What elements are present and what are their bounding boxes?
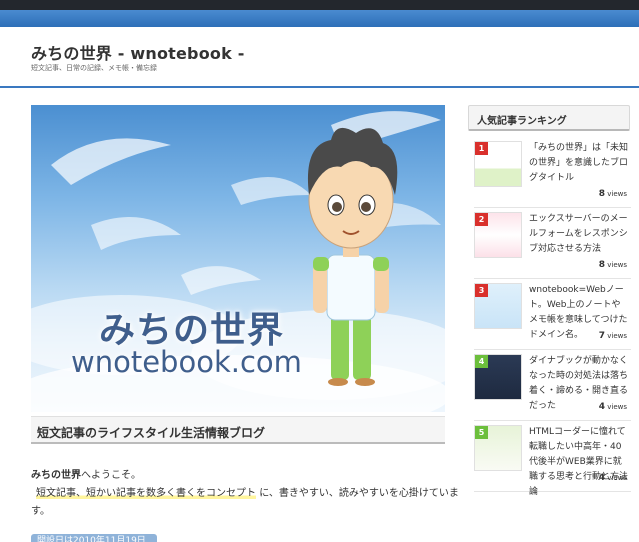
hero-domain-text: wnotebook.com — [71, 345, 302, 379]
ranking-title: 人気記事ランキング — [477, 116, 567, 127]
ranking-number-badge: 5 — [475, 426, 488, 439]
ranking-item-title[interactable]: 「みちの世界」は「未知の世界」を意識したブログタイトル — [529, 141, 629, 186]
date-badge: 開設日は2010年11月19日 — [31, 534, 157, 542]
concept-text: 短文記事、短かい記事を数多く書くをコンセプト に、書きやすい、読みやすいを心掛け… — [36, 484, 459, 499]
ranking-views: 8 views — [599, 189, 627, 199]
welcome-site-name: みちの世界 — [31, 470, 81, 481]
site-title[interactable]: みちの世界 - wnotebook - — [31, 40, 245, 64]
section-heading-box: 短文記事のライフスタイル生活情報ブログ — [31, 416, 445, 444]
site-description: 短文記事、日常の記録、メモ帳・備忘録 — [31, 64, 157, 72]
ranking-views: 8 views — [599, 260, 627, 270]
views-label: views — [605, 403, 627, 411]
views-label: views — [605, 332, 627, 340]
top-dark-bar — [0, 0, 639, 10]
ranking-views: 4 views — [599, 473, 627, 483]
ranking-item[interactable]: 1 「みちの世界」は「未知の世界」を意識したブログタイトル 8 views — [474, 137, 631, 208]
concept-end: す。 — [31, 506, 50, 517]
ranking-number-badge: 1 — [475, 142, 488, 155]
welcome-text: みちの世界へようこそ。 — [31, 466, 141, 481]
ranking-item[interactable]: 4 ダイナブックが動かなくなった時の対処法は落ち着く・諦める・開き直るだった 4 v… — [474, 350, 631, 421]
header-divider — [0, 86, 639, 88]
ranking-views: 4 views — [599, 402, 627, 412]
ranking-item[interactable]: 5 HTMLコーダーに憧れて転職したい中高年・40代後半がWEB業界に就職する思考… — [474, 421, 631, 497]
ranking-number-badge: 3 — [475, 284, 488, 297]
views-label: views — [605, 261, 627, 269]
ranking-item[interactable]: 2 エックスサーバーのメールフォームをレスポンシブ対応させる方法 8 views — [474, 208, 631, 279]
ranking-header: 人気記事ランキング — [468, 105, 630, 131]
views-label: views — [605, 190, 627, 198]
ranking-views: 7 views — [599, 331, 627, 341]
ranking-thumbnail[interactable]: 4 — [474, 354, 522, 400]
ranking-number-badge: 2 — [475, 213, 488, 226]
ranking-thumbnail[interactable]: 2 — [474, 212, 522, 258]
concept-rest: に、書きやすい、読みやすいを心掛けていま — [259, 488, 459, 499]
top-blue-bar — [0, 10, 639, 27]
ranking-thumbnail[interactable]: 3 — [474, 283, 522, 329]
ranking-item-title[interactable]: HTMLコーダーに憧れて転職したい中高年・40代後半がWEB業界に就職する思考と… — [529, 425, 629, 500]
hero-image: みちの世界 wnotebook.com — [31, 105, 445, 412]
section-title: 短文記事のライフスタイル生活情報ブログ — [37, 426, 266, 440]
ranking-item[interactable]: 3 wnotebook=Webノート。Web上のノートやメモ帳を意味してつけたドメ… — [474, 279, 631, 350]
ranking-item-title[interactable]: エックスサーバーのメールフォームをレスポンシブ対応させる方法 — [529, 212, 629, 257]
views-label: views — [605, 474, 627, 482]
concept-highlight: 短文記事、短かい記事を数多く書くをコンセプト — [36, 488, 256, 499]
ranking-thumbnail[interactable]: 1 — [474, 141, 522, 187]
welcome-rest: へようこそ。 — [81, 470, 141, 481]
ranking-number-badge: 4 — [475, 355, 488, 368]
ranking-thumbnail[interactable]: 5 — [474, 425, 522, 471]
